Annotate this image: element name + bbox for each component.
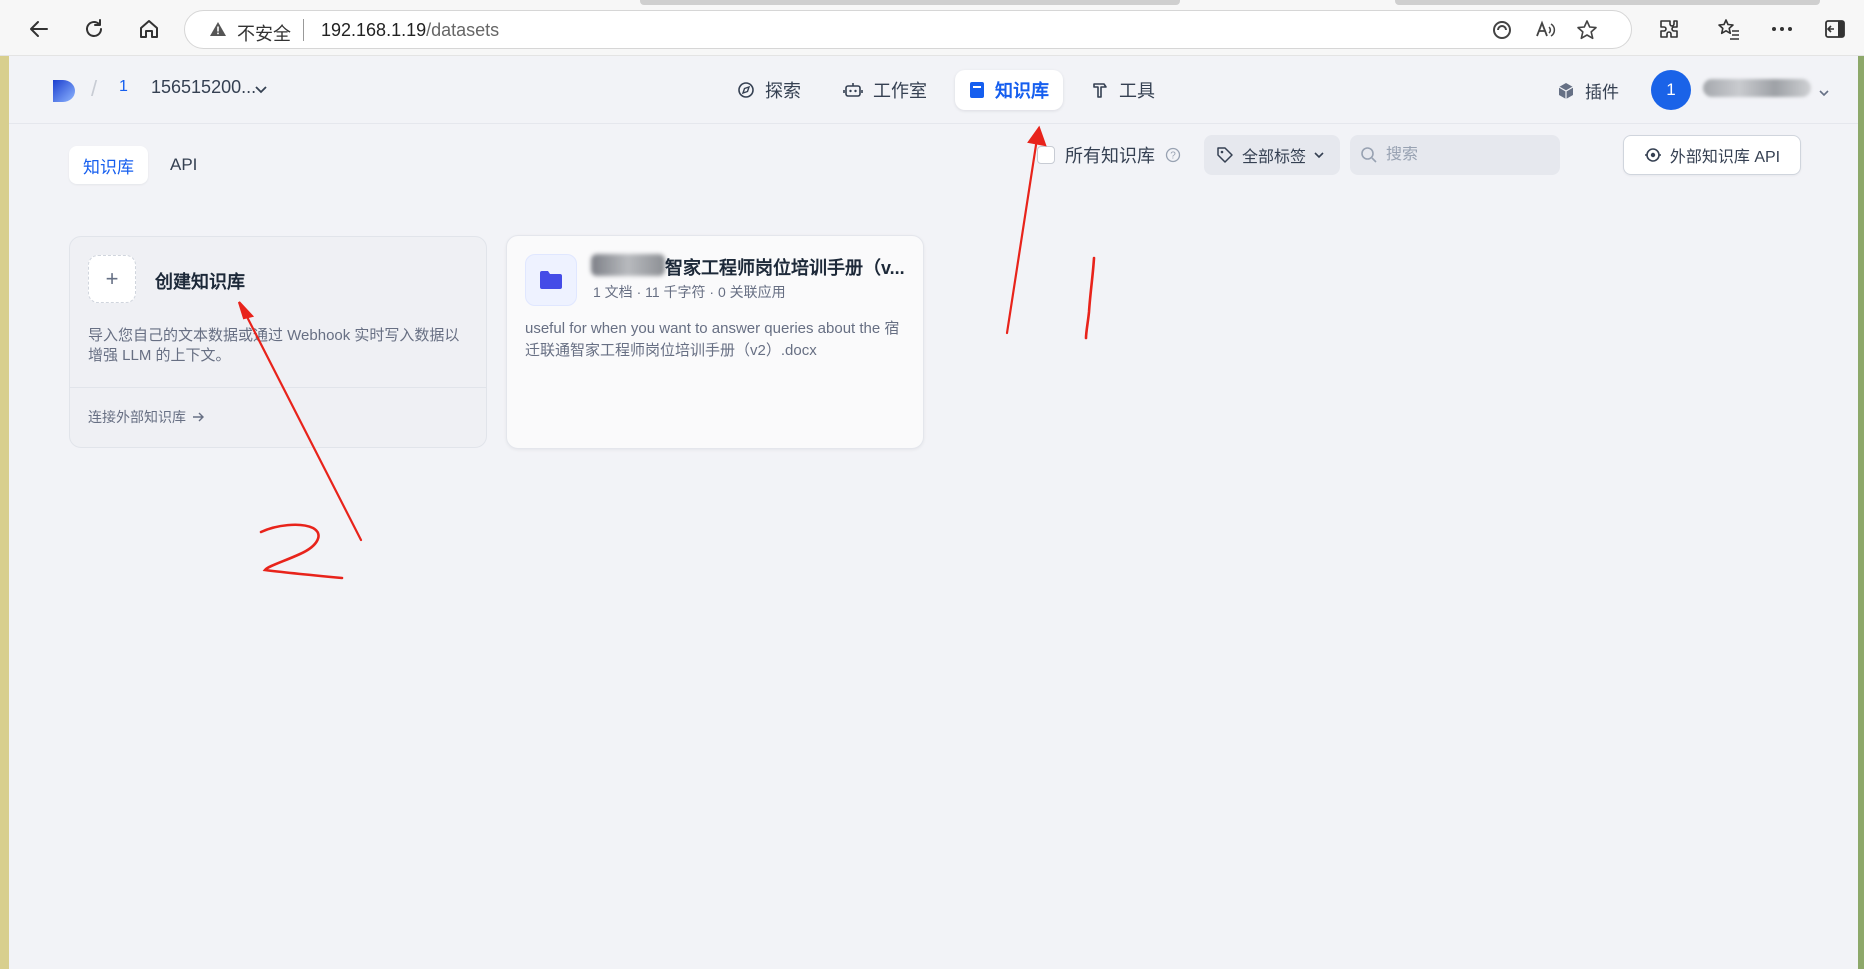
svg-text:?: ? [1170, 151, 1176, 162]
nav-knowledge-label: 知识库 [995, 81, 1049, 101]
more-icon[interactable] [1765, 12, 1799, 46]
app-window: / 1 156515200... 探索 工作室 知识库 工具 插件 1 知识库 … [9, 56, 1858, 969]
api-connection-icon [1644, 148, 1661, 162]
tag-icon [1217, 147, 1233, 163]
arrow-right-icon [193, 412, 204, 422]
external-api-label: 外部知识库 API [1669, 149, 1781, 166]
breadcrumb-separator: / [91, 76, 98, 101]
insecure-label[interactable]: 不安全 [237, 20, 291, 46]
warning-icon [209, 21, 227, 42]
main-nav: 探索 工作室 知识库 工具 [723, 70, 1169, 110]
app-header: / 1 156515200... 探索 工作室 知识库 工具 插件 1 [9, 56, 1858, 124]
help-circle-icon[interactable]: ? [1165, 147, 1181, 163]
dify-logo[interactable] [51, 78, 79, 109]
dataset-description: useful for when you want to answer queri… [525, 320, 900, 359]
url-path: /datasets [426, 20, 500, 40]
hammer-icon [1093, 83, 1107, 98]
reload-icon [86, 19, 102, 37]
workspace-badge: 1 [119, 78, 128, 95]
url-host: 192.168.1.19 [321, 20, 427, 40]
all-knowledge-label: 所有知识库 [1065, 146, 1155, 166]
nav-studio[interactable]: 工作室 [829, 70, 941, 110]
url-text[interactable]: 192.168.1.19/datasets [321, 20, 499, 41]
create-knowledge-card[interactable]: + 创建知识库 导入您自己的文本数据或通过 Webhook 实时写入数据以增强 … [69, 236, 487, 448]
avatar[interactable]: 1 [1651, 70, 1691, 110]
nav-knowledge[interactable]: 知识库 [955, 70, 1063, 110]
user-name-redacted[interactable] [1703, 79, 1811, 97]
workspace-name[interactable]: 156515200... [151, 77, 256, 98]
nav-tools-label: 工具 [1119, 81, 1155, 101]
extensions-icon[interactable] [1652, 12, 1686, 46]
create-knowledge-description: 导入您自己的文本数据或通过 Webhook 实时写入数据以增强 LLM 的上下文… [88, 327, 460, 364]
plus-icon[interactable]: + [88, 255, 136, 303]
dataset-title-redacted [591, 254, 665, 276]
dataset-card[interactable]: 智家工程师岗位培训手册（v... 1 文档 · 11 千字符 · 0 关联应用 … [506, 235, 924, 449]
all-knowledge-toggle[interactable]: 所有知识库 ? [1037, 142, 1181, 168]
card-divider [70, 387, 486, 388]
external-api-button[interactable]: 外部知识库 API [1623, 135, 1801, 175]
search-icon [1361, 147, 1377, 163]
address-divider [303, 19, 304, 41]
dataset-title[interactable]: 智家工程师岗位培训手册（v... [665, 254, 905, 280]
reload-button[interactable] [77, 12, 111, 46]
read-aloud-icon[interactable] [1533, 18, 1557, 42]
connect-external-link[interactable]: 连接外部知识库 [88, 407, 204, 427]
cube-icon [1558, 82, 1574, 99]
tab-knowledge[interactable]: 知识库 [69, 146, 148, 184]
nav-explore-label: 探索 [765, 81, 801, 101]
refresh-edge-icon[interactable] [1490, 18, 1514, 42]
nav-explore[interactable]: 探索 [723, 70, 815, 110]
desktop-edge-right [1858, 56, 1864, 969]
tag-filter-label: 全部标签 [1242, 149, 1307, 166]
robot-icon [843, 83, 863, 97]
nav-studio-label: 工作室 [873, 81, 927, 101]
folder-icon [525, 254, 577, 306]
search-input[interactable] [1386, 146, 1556, 164]
dataset-meta: 1 文档 · 11 千字符 · 0 关联应用 [593, 284, 786, 300]
back-button[interactable] [22, 12, 56, 46]
desktop-edge-left [0, 56, 9, 969]
tag-filter-select[interactable]: 全部标签 [1204, 135, 1340, 175]
book-icon [970, 82, 984, 98]
chevron-down-icon[interactable] [1819, 84, 1829, 102]
home-icon [140, 20, 158, 38]
address-bar[interactable]: 不安全 192.168.1.19/datasets [184, 10, 1632, 49]
search-box[interactable] [1350, 135, 1560, 175]
browser-tab-edge [1395, 0, 1820, 5]
chevron-down-icon[interactable] [255, 81, 267, 99]
sidebar-toggle-icon[interactable] [1818, 12, 1852, 46]
browser-tab-edge [640, 0, 1180, 5]
browser-toolbar: 不安全 192.168.1.19/datasets [0, 0, 1864, 56]
connect-external-label: 连接外部知识库 [88, 409, 186, 425]
compass-icon [738, 82, 754, 98]
tab-api[interactable]: API [156, 146, 211, 184]
plugins-link[interactable]: 插件 [1557, 78, 1619, 103]
favorite-star-icon[interactable] [1575, 18, 1599, 42]
create-knowledge-title[interactable]: 创建知识库 [155, 268, 245, 294]
favorites-icon[interactable] [1712, 12, 1746, 46]
home-button[interactable] [132, 12, 166, 46]
plugins-label: 插件 [1585, 83, 1619, 102]
arrow-left-icon [30, 21, 48, 37]
all-knowledge-checkbox[interactable] [1037, 146, 1055, 164]
subtabs: 知识库 API [69, 146, 211, 184]
chevron-down-icon [1314, 151, 1324, 158]
nav-tools[interactable]: 工具 [1077, 70, 1169, 110]
